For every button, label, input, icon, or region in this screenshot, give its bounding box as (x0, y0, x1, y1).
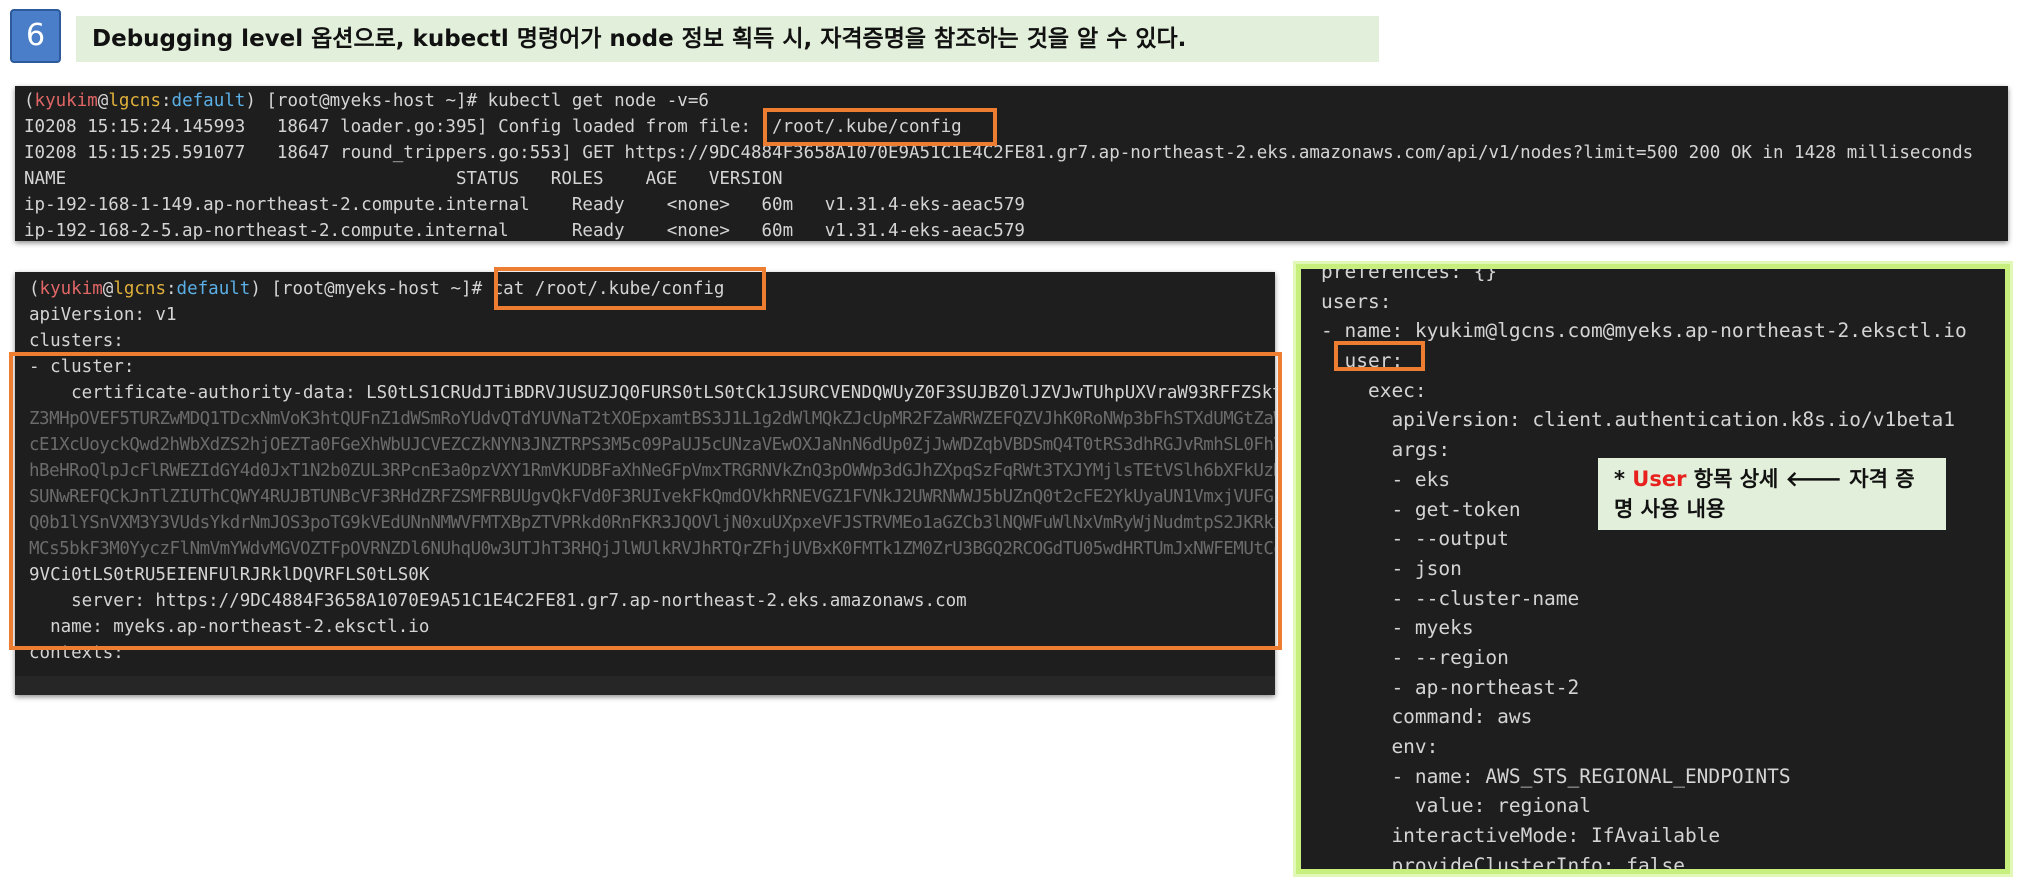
highlight-user-key (1334, 341, 1425, 371)
config-line: - name: AWS_STS_REGIONAL_ENDPOINTS (1321, 764, 1791, 788)
highlight-cluster-block (9, 352, 1282, 650)
callout-keyword: User (1632, 467, 1687, 491)
config-line: - --region (1321, 645, 1509, 669)
config-line: - json (1321, 556, 1462, 580)
config-line: - ap-northeast-2 (1321, 675, 1580, 699)
config-line: - myeks (1321, 616, 1474, 640)
config-line: clusters: (29, 331, 124, 351)
config-line: interactiveMode: IfAvailable (1321, 824, 1721, 848)
terminal-kubectl-get-node: (kyukim@lgcns:default) [root@myeks-host … (15, 86, 2008, 241)
page-title: Debugging level 옵션으로, kubectl 명령어가 node … (76, 16, 1379, 62)
config-line: command: aws (1321, 705, 1533, 729)
callout-user-detail: * User 항목 상세 🡐 자격 증 명 사용 내용 (1598, 458, 1946, 530)
step-number-badge: 6 (10, 9, 61, 63)
highlight-config-path (763, 108, 997, 146)
node-table-row: ip-192-168-2-5.ap-northeast-2.compute.in… (24, 221, 1025, 241)
log-line-get-nodes: I0208 15:15:25.591077 18647 round_trippe… (24, 143, 1974, 163)
node-table-header: NAME STATUS ROLES AGE VERSION (24, 169, 783, 189)
config-line: preferences: {} (1321, 264, 1498, 283)
config-line: exec: (1321, 378, 1427, 402)
config-line: provideClusterInfo: false (1321, 853, 1685, 874)
terminal-prompt: (kyukim@lgcns:default) [root@myeks-host … (24, 91, 709, 111)
config-line: - --cluster-name (1321, 586, 1580, 610)
config-line: value: regional (1321, 794, 1592, 818)
terminal-bottom-strip (15, 676, 1275, 695)
config-line: users: (1321, 289, 1392, 313)
callout-line-2: 명 사용 내용 (1614, 497, 1726, 521)
node-table-row: ip-192-168-1-149.ap-northeast-2.compute.… (24, 195, 1025, 215)
config-line: env: (1321, 735, 1439, 758)
config-line: apiVersion: client.authentication.k8s.io… (1321, 408, 1955, 432)
highlight-cat-command (494, 267, 766, 310)
log-line-config-loaded: I0208 15:15:24.145993 18647 loader.go:39… (24, 117, 962, 137)
callout-line-1: * User 항목 상세 🡐 자격 증 (1614, 467, 1915, 491)
